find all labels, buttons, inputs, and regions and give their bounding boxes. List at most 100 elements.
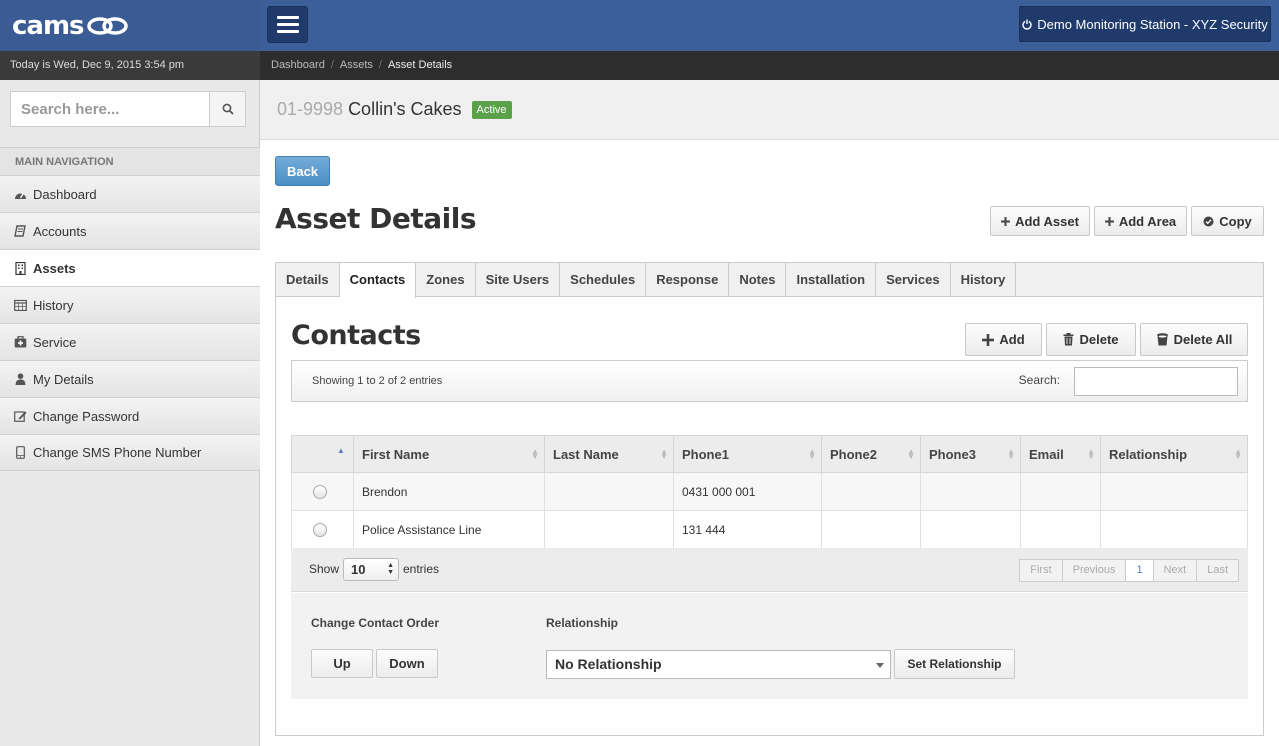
column-header-phone2[interactable]: Phone2 ▲ ▼ (821, 435, 921, 473)
asset-number: 01-9998 (277, 99, 344, 119)
delete-all-button[interactable]: Delete All (1140, 323, 1248, 356)
breadcrumb-assets[interactable]: Assets (340, 59, 373, 71)
cell-email (1020, 510, 1101, 549)
tab-installation[interactable]: Installation (786, 263, 877, 297)
add-contact-button[interactable]: Add (965, 323, 1042, 356)
plus-icon (1104, 216, 1114, 226)
back-button[interactable]: Back (275, 156, 330, 186)
sort-icon: ▲ ▼ (660, 447, 668, 461)
breadcrumb-current: Asset Details (387, 59, 453, 71)
table-search-label: Search: (1018, 373, 1060, 387)
row-radio[interactable] (313, 484, 327, 499)
cell-phone2 (821, 472, 921, 511)
table-search-input[interactable] (1074, 367, 1238, 396)
table-row[interactable]: Police Assistance Line 131 444 (291, 510, 1248, 549)
app-logo[interactable]: cams (0, 0, 260, 51)
book-icon (12, 225, 28, 237)
tab-site-users[interactable]: Site Users (476, 263, 561, 297)
pager-previous[interactable]: Previous (1062, 559, 1127, 582)
cell-relationship (1100, 510, 1248, 549)
contacts-table: ▲ First Name ▲ ▼ Last Name ▲ ▼ Phone1 ▲ ▼ Phon… (291, 435, 1248, 549)
row-select-cell (291, 510, 354, 549)
column-header-first-name[interactable]: First Name ▲ ▼ (353, 435, 545, 473)
sidebar-item-label: Change SMS Phone Number (33, 445, 202, 460)
delete-contact-button[interactable]: Delete (1046, 323, 1136, 356)
sidebar-item-assets[interactable]: Assets (0, 249, 260, 286)
logo-text: cams (12, 10, 85, 41)
table-header-row: ▲ First Name ▲ ▼ Last Name ▲ ▼ Phone1 ▲ ▼ Phon… (291, 435, 1248, 473)
calendar-icon (12, 299, 28, 311)
pager-last[interactable]: Last (1197, 559, 1239, 582)
relationship-select[interactable]: No Relationship (546, 650, 891, 679)
column-header-email[interactable]: Email ▲ ▼ (1020, 435, 1101, 473)
asset-tabs-panel: Details Contacts Zones Site Users Schedu… (275, 262, 1264, 736)
tab-services[interactable]: Services (876, 263, 951, 297)
tab-schedules[interactable]: Schedules (560, 263, 647, 297)
column-header-select[interactable]: ▲ (291, 435, 354, 473)
table-info: Showing 1 to 2 of 2 entries (312, 375, 443, 387)
sidebar-item-label: Assets (33, 260, 76, 276)
search-input[interactable] (10, 91, 210, 127)
sidebar-item-change-sms-phone[interactable]: Change SMS Phone Number (0, 434, 260, 471)
tab-details[interactable]: Details (276, 263, 340, 297)
sidebar-item-dashboard[interactable]: Dashboard (0, 175, 260, 212)
sidebar-item-label: Accounts (33, 223, 87, 239)
move-up-button[interactable]: Up (311, 649, 373, 678)
pagination: First Previous 1 Next Last (1019, 559, 1239, 582)
menu-toggle-button[interactable] (267, 6, 308, 43)
add-area-button[interactable]: Add Area (1094, 206, 1187, 236)
page-size-select[interactable]: 10 ▲ ▼ (343, 558, 399, 581)
sidebar-item-accounts[interactable]: Accounts (0, 212, 260, 249)
tab-zones[interactable]: Zones (416, 263, 476, 297)
trash-icon (1063, 333, 1074, 346)
sidebar-item-label: Dashboard (33, 186, 97, 202)
dashboard-icon (12, 189, 28, 200)
breadcrumb-dashboard[interactable]: Dashboard (271, 59, 325, 71)
add-area-label: Add Area (1118, 213, 1177, 229)
pager-next[interactable]: Next (1153, 559, 1198, 582)
sidebar-item-history[interactable]: History (0, 286, 260, 323)
cell-phone3 (920, 510, 1021, 549)
sidebar-item-service[interactable]: Service (0, 323, 260, 360)
search-button[interactable] (210, 91, 246, 127)
sidebar-item-change-password[interactable]: Change Password (0, 397, 260, 434)
hamburger-icon-bar (276, 30, 299, 33)
change-order-label: Change Contact Order (311, 616, 440, 630)
tab-response[interactable]: Response (646, 263, 730, 297)
cell-email (1020, 472, 1101, 511)
sidebar-item-label: Service (33, 334, 77, 350)
edit-icon (12, 410, 28, 422)
cell-last-name (544, 510, 674, 549)
column-header-relationship[interactable]: Relationship ▲ ▼ (1100, 435, 1248, 473)
table-row[interactable]: Brendon 0431 000 001 (291, 472, 1248, 511)
station-button[interactable]: Demo Monitoring Station - XYZ Security (1019, 6, 1271, 42)
power-icon (1022, 19, 1032, 30)
column-header-last-name[interactable]: Last Name ▲ ▼ (544, 435, 674, 473)
column-header-phone1[interactable]: Phone1 ▲ ▼ (673, 435, 822, 473)
contact-actions: Add Delete Delete All (965, 323, 1248, 356)
sort-icon: ▲ ▼ (531, 447, 539, 461)
breadcrumb-separator: / (378, 59, 382, 71)
tab-contacts[interactable]: Contacts (339, 263, 417, 298)
pager-first[interactable]: First (1019, 559, 1063, 582)
row-radio[interactable] (313, 522, 327, 537)
add-asset-button[interactable]: Add Asset (990, 206, 1090, 236)
column-label: Relationship (1109, 446, 1188, 462)
mobile-icon (12, 446, 28, 459)
tab-history[interactable]: History (951, 263, 1017, 297)
copy-button[interactable]: Copy (1191, 206, 1264, 236)
pager-current[interactable]: 1 (1126, 559, 1154, 582)
caret-down-icon (876, 663, 884, 668)
cell-first-name: Police Assistance Line (353, 510, 545, 549)
station-label: Demo Monitoring Station - XYZ Security (1037, 16, 1268, 32)
sidebar-item-my-details[interactable]: My Details (0, 360, 260, 397)
sub-bar: Today is Wed, Dec 9, 2015 3:54 pm Dashbo… (0, 51, 1279, 80)
sidebar-search (10, 91, 246, 127)
plus-icon (982, 333, 995, 346)
tab-notes[interactable]: Notes (729, 263, 787, 297)
move-down-button[interactable]: Down (376, 649, 438, 678)
set-relationship-button[interactable]: Set Relationship (894, 649, 1015, 679)
column-header-phone3[interactable]: Phone3 ▲ ▼ (920, 435, 1021, 473)
delete-all-label: Delete All (1173, 332, 1233, 347)
contact-order-panel: Change Contact Order Relationship Up Dow… (291, 593, 1248, 699)
